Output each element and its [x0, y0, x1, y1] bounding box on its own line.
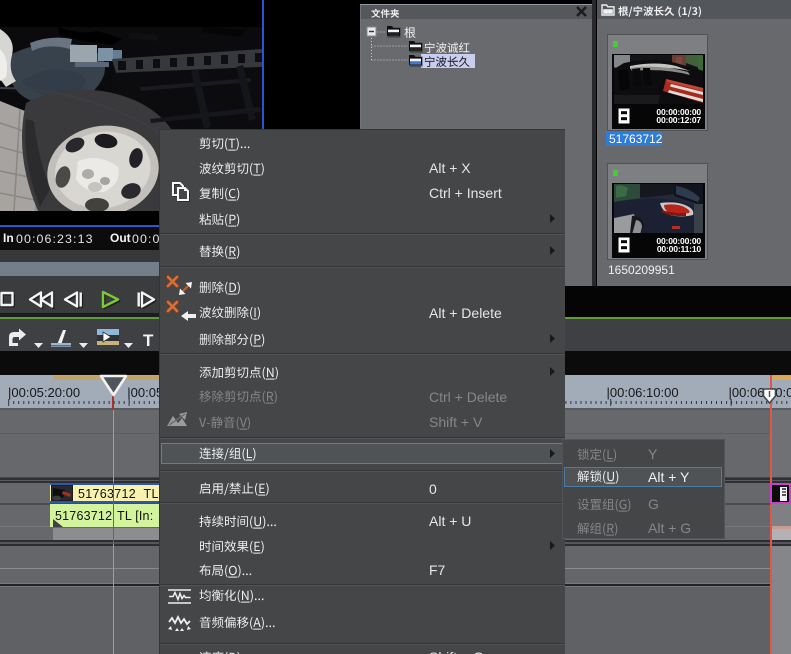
- svg-text:T: T: [143, 331, 154, 350]
